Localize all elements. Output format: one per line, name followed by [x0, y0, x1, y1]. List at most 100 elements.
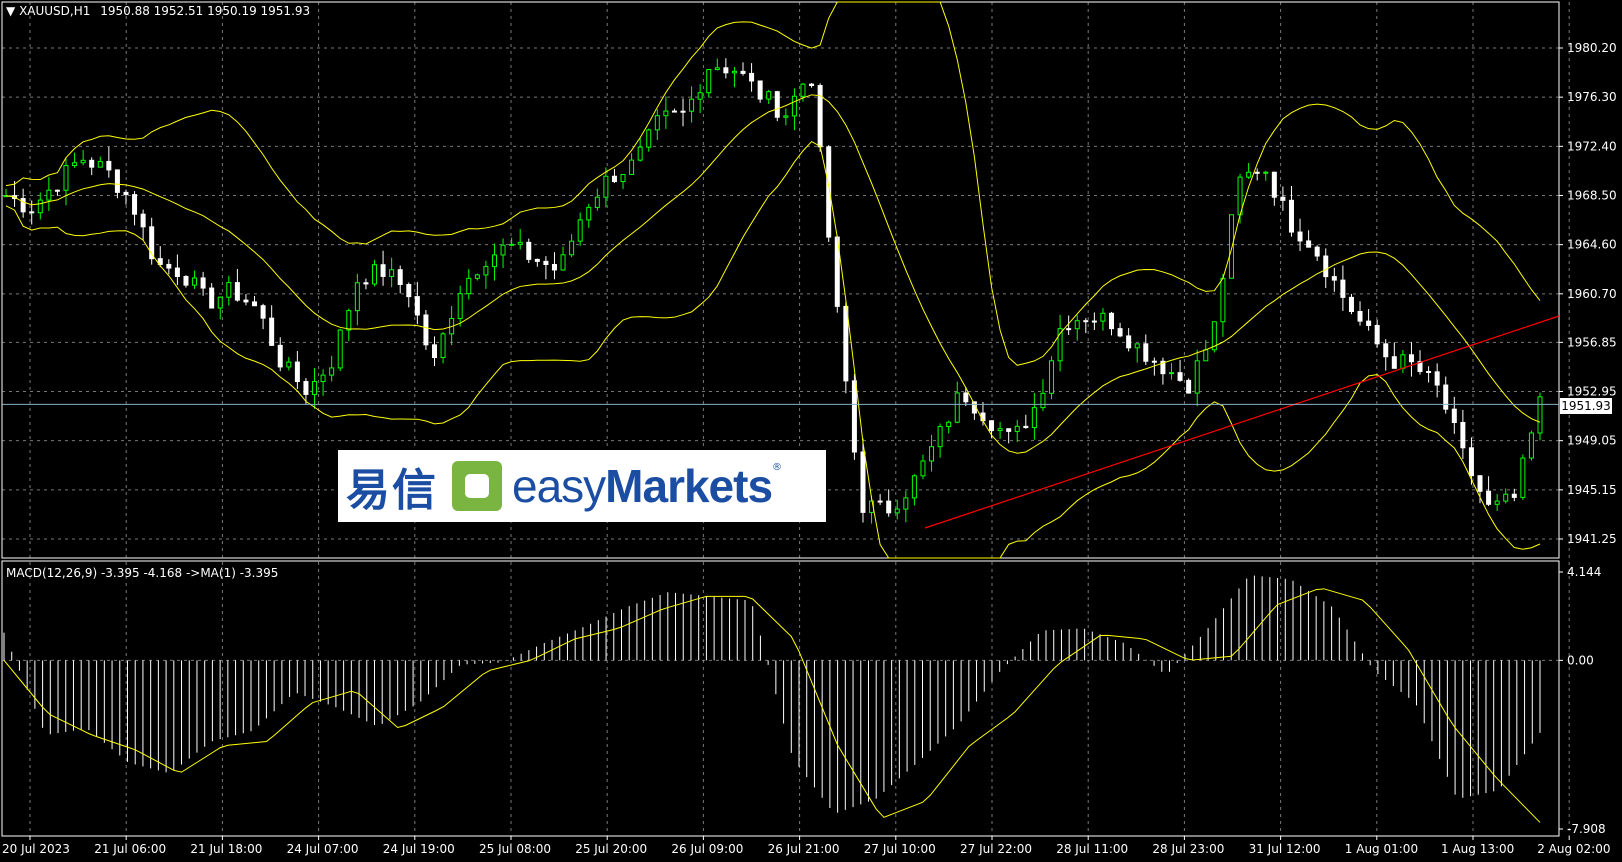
bear-candle: [1451, 408, 1457, 424]
time-axis-label: 28 Jul 11:00: [1056, 842, 1128, 856]
bull-candle: [509, 243, 515, 246]
price-axis-label: 1956.85: [1567, 335, 1617, 349]
bear-candle: [809, 83, 815, 87]
bear-candle: [543, 260, 549, 266]
bull-candle: [577, 219, 583, 242]
bear-candle: [1143, 343, 1149, 362]
bear-candle: [1066, 328, 1072, 331]
symbol-header: ▼ XAUUSD,H1 1950.88 1952.51 1950.19 1951…: [6, 4, 310, 18]
bear-candle: [269, 317, 275, 346]
bull-candle: [894, 508, 900, 514]
bull-candle: [1074, 320, 1080, 330]
bear-candle: [1006, 428, 1012, 432]
bear-candle: [1306, 240, 1312, 248]
bull-candle: [37, 199, 43, 214]
bear-candle: [1126, 335, 1132, 349]
bear-candle: [551, 264, 557, 271]
bull-candle: [706, 69, 712, 94]
price-axis-label: 1960.70: [1567, 287, 1617, 301]
bear-candle: [414, 296, 420, 316]
bear-candle: [1288, 199, 1294, 233]
time-axis-label: 1 Aug 13:00: [1441, 842, 1514, 856]
bear-candle: [1511, 493, 1517, 498]
bull-candle: [1528, 432, 1534, 459]
bear-candle: [54, 189, 60, 192]
bear-candle: [740, 70, 746, 74]
macd-axis-label: -7.908: [1567, 822, 1606, 836]
time-axis-label: 21 Jul 18:00: [190, 842, 262, 856]
bull-candle: [46, 189, 52, 201]
bear-candle: [1443, 384, 1449, 410]
bear-candle: [1391, 356, 1397, 369]
bear-candle: [851, 380, 857, 453]
bear-candle: [1366, 320, 1372, 326]
bull-candle: [1520, 457, 1526, 498]
bear-candle: [20, 198, 26, 213]
bull-candle: [689, 98, 695, 112]
bull-candle: [1537, 396, 1543, 434]
bear-candle: [380, 264, 386, 277]
price-axis-label: 1980.20: [1567, 41, 1617, 55]
bull-candle: [1100, 312, 1106, 322]
bull-candle: [997, 428, 1003, 432]
bear-candle: [1254, 171, 1260, 174]
time-axis-label: 2 Aug 02:00: [1537, 842, 1610, 856]
bear-candle: [534, 258, 540, 262]
bear-candle: [123, 191, 129, 196]
bear-candle: [234, 282, 240, 301]
bull-candle: [629, 159, 635, 175]
macd-label: MACD(12,26,9) -3.395 -4.168 ->MA(1) -3.3…: [6, 566, 279, 580]
bear-candle: [1468, 447, 1474, 477]
bull-candle: [800, 83, 806, 97]
bull-candle: [329, 367, 335, 376]
bull-candle: [603, 175, 609, 198]
bollinger-upper-band: [5, 1, 1541, 366]
bear-candle: [243, 299, 249, 303]
bear-candle: [1117, 328, 1123, 337]
bear-candle: [397, 269, 403, 285]
bear-candle: [1323, 255, 1329, 278]
bear-candle: [526, 241, 532, 260]
bull-candle: [663, 110, 669, 117]
bull-candle: [312, 380, 318, 395]
bull-candle: [1228, 214, 1234, 279]
bull-candle: [80, 159, 86, 164]
time-axis-label: 20 Jul 2023: [2, 842, 70, 856]
bear-candle: [1357, 311, 1363, 322]
bull-candle: [1014, 425, 1020, 432]
bear-candle: [886, 500, 892, 514]
bull-candle: [72, 162, 78, 167]
bull-candle: [63, 165, 69, 191]
logo-english-text: easyMarkets: [512, 460, 773, 512]
macd-axis-label: 0.00: [1567, 653, 1594, 667]
bear-candle: [174, 267, 180, 277]
bull-candle: [654, 115, 660, 131]
time-axis-label: 27 Jul 10:00: [864, 842, 936, 856]
bull-candle: [346, 310, 352, 331]
bull-candle: [217, 296, 223, 309]
ohlc-values: 1950.88 1952.51 1950.19 1951.93: [100, 4, 311, 18]
bull-candle: [946, 421, 952, 428]
macd-signal-line: [3, 588, 1541, 823]
bear-candle: [1023, 425, 1029, 429]
bull-candle: [560, 254, 566, 271]
collapse-triangle-icon[interactable]: ▼: [6, 4, 15, 18]
logo-registered-mark: ®: [772, 462, 783, 473]
bull-candle: [1040, 392, 1046, 409]
bull-candle: [586, 206, 592, 221]
bull-candle: [714, 67, 720, 71]
bear-candle: [680, 110, 686, 113]
bull-candle: [192, 277, 198, 286]
time-axis-label: 21 Jul 06:00: [94, 842, 166, 856]
bull-candle: [791, 95, 797, 117]
bear-candle: [363, 282, 369, 285]
chart-canvas[interactable]: 1980.20 1976.30 1972.40 1968.50 1964.60 1960.…: [0, 0, 1622, 862]
bear-candle: [1314, 246, 1320, 257]
bear-candle: [757, 80, 763, 100]
bear-candle: [1340, 279, 1346, 298]
time-axis-label: 1 Aug 01:00: [1345, 842, 1418, 856]
bear-candle: [611, 175, 617, 183]
bear-candle: [877, 500, 883, 503]
price-axis-label: 1945.15: [1567, 483, 1617, 497]
bull-candle: [637, 146, 643, 161]
